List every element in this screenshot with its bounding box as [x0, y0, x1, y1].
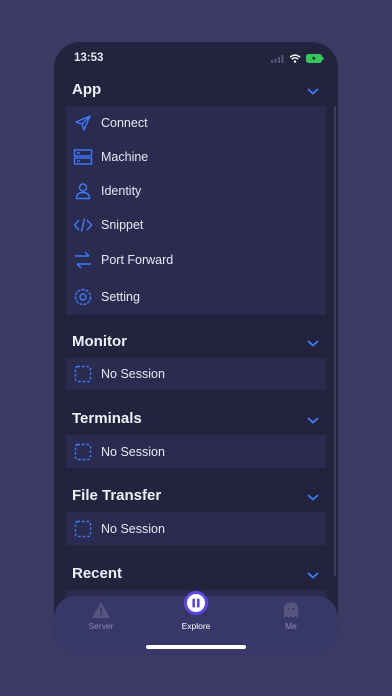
tab-label: Me: [285, 621, 297, 631]
no-session-label: No Session: [101, 521, 165, 536]
terminals-card: No Session: [66, 435, 326, 468]
status-icons: [271, 54, 324, 63]
menu-item-label: Connect: [101, 116, 148, 130]
menu-item-setting[interactable]: Setting: [66, 278, 326, 316]
empty-session-icon: [74, 520, 92, 537]
no-session-label: No Session: [101, 367, 165, 381]
gear-icon: [74, 288, 92, 306]
menu-item-machine[interactable]: Machine: [66, 140, 326, 174]
menu-item-snippet[interactable]: Snippet: [66, 208, 326, 242]
tab-me[interactable]: Me: [251, 596, 331, 646]
menu-item-label: Machine: [101, 150, 149, 164]
empty-session-icon: [74, 365, 92, 383]
menu-item-identity[interactable]: Identity: [66, 174, 326, 208]
wifi-icon: [289, 54, 301, 63]
section-title: Recent: [72, 565, 123, 582]
chevron-down-icon[interactable]: [306, 492, 320, 502]
empty-session-icon: [74, 443, 92, 460]
menu-item-port-forward[interactable]: Port Forward: [66, 242, 326, 278]
tab-explore[interactable]: Explore: [156, 591, 236, 646]
person-icon: [75, 183, 91, 200]
home-indicator[interactable]: [146, 645, 246, 649]
section-header-monitor[interactable]: Monitor: [54, 328, 338, 358]
session-empty-item: No Session: [66, 512, 326, 545]
session-empty-item: No Session: [66, 358, 326, 390]
chevron-down-icon[interactable]: [306, 86, 320, 96]
send-icon: [75, 115, 91, 131]
section-title: Monitor: [72, 333, 127, 350]
menu-item-connect[interactable]: Connect: [66, 106, 326, 140]
scrollbar[interactable]: [334, 106, 336, 576]
phone-screen: 13:53 App Connect Machine Identity Snipp…: [54, 42, 338, 655]
warning-icon: [92, 602, 110, 618]
tab-label: Explore: [181, 621, 211, 631]
arrows-icon: [75, 251, 91, 269]
ghost-icon: [284, 602, 298, 618]
signal-icon: [271, 54, 284, 63]
app-card: Connect Machine Identity Snippet Port Fo…: [66, 106, 326, 315]
menu-item-label: Port Forward: [101, 253, 174, 267]
server-icon: [73, 149, 93, 165]
menu-item-label: Identity: [101, 184, 142, 198]
code-icon: [73, 218, 93, 232]
explore-content[interactable]: App Connect Machine Identity Snippet Por…: [54, 76, 338, 636]
section-header-file-transfer[interactable]: File Transfer: [54, 482, 338, 512]
menu-item-label: Snippet: [101, 218, 144, 232]
battery-icon: [306, 54, 324, 63]
menu-item-label: Setting: [101, 290, 140, 304]
tab-label: Server: [88, 621, 114, 631]
chevron-down-icon[interactable]: [306, 415, 320, 425]
monitor-card: No Session: [66, 358, 326, 390]
section-title: Terminals: [72, 410, 142, 427]
status-bar: 13:53: [54, 42, 338, 76]
section-header-app[interactable]: App: [54, 76, 338, 106]
section-title: App: [72, 81, 102, 98]
chevron-down-icon[interactable]: [306, 570, 320, 580]
session-empty-item: No Session: [66, 435, 326, 468]
file-transfer-card: No Session: [66, 512, 326, 545]
section-header-recent[interactable]: Recent: [54, 560, 338, 590]
section-title: File Transfer: [72, 487, 162, 504]
chevron-down-icon[interactable]: [306, 338, 320, 348]
status-time: 13:53: [74, 52, 104, 64]
tab-server[interactable]: Server: [61, 596, 141, 646]
no-session-label: No Session: [101, 444, 165, 459]
section-header-terminals[interactable]: Terminals: [54, 405, 338, 435]
explore-icon: [184, 591, 208, 615]
